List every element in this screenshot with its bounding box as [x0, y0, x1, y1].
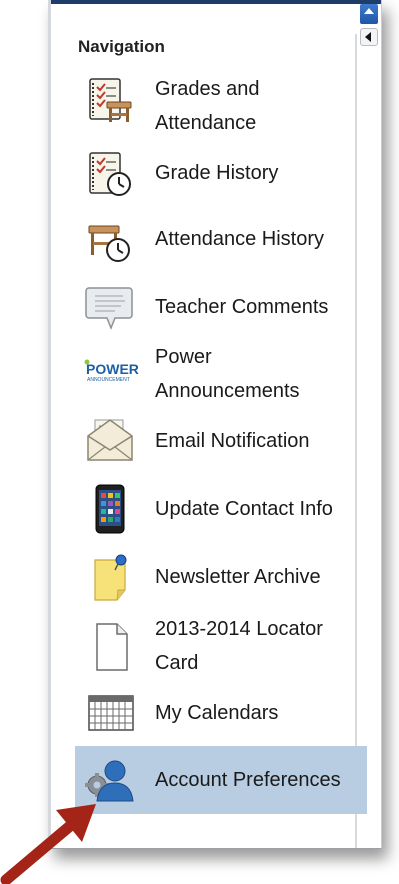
- nav-label-line1: Power: [155, 346, 212, 368]
- logo-subtext: ANNOUNCEMENT: [87, 377, 130, 383]
- desk-clock-icon: [85, 216, 135, 266]
- navigation-panel: Navigation Grades and Attendance Grade H…: [48, 0, 382, 849]
- nav-label: Newsletter Archive: [155, 566, 321, 588]
- sticky-note-pin-icon: [85, 552, 135, 602]
- nav-label-line1: 2013-2014 Locator: [155, 618, 323, 640]
- nav-label-line2: Card: [155, 652, 199, 674]
- nav-label: Account Preferences: [155, 769, 341, 791]
- nav-item-update-contact-info[interactable]: Update Contact Info: [75, 484, 367, 536]
- nav-item-locator-card[interactable]: 2013-2014 Locator Card: [75, 612, 367, 680]
- nav-item-grade-history[interactable]: Grade History: [75, 150, 367, 198]
- nav-label: Grade History: [155, 162, 279, 184]
- calendar-grid-icon: [85, 692, 135, 742]
- logo-text: POWER: [86, 361, 139, 377]
- blank-document-icon: [85, 622, 135, 672]
- gradebook-desk-icon: [85, 76, 135, 126]
- speech-note-icon: [85, 282, 135, 332]
- nav-label: Email Notification: [155, 430, 310, 452]
- nav-label: Teacher Comments: [155, 296, 329, 318]
- panel-top-bar: [51, 0, 381, 4]
- nav-item-email-notification[interactable]: Email Notification: [75, 416, 367, 466]
- nav-item-power-announcements[interactable]: POWER ANNOUNCEMENT Power Announcements: [75, 340, 367, 408]
- navigation-heading: Navigation: [78, 37, 165, 56]
- nav-item-grades-and-attendance[interactable]: Grades and Attendance: [75, 72, 367, 138]
- nav-item-newsletter-archive[interactable]: Newsletter Archive: [75, 552, 367, 604]
- triangle-up-icon: [364, 8, 374, 14]
- envelope-icon: [85, 416, 135, 466]
- nav-label: Update Contact Info: [155, 498, 333, 520]
- triangle-left-icon: [365, 32, 371, 42]
- pointer-arrow-icon: [0, 804, 96, 884]
- nav-item-attendance-history[interactable]: Attendance History: [75, 216, 367, 264]
- power-announcement-logo-icon: POWER ANNOUNCEMENT: [81, 350, 143, 400]
- nav-label-line1: Grades and: [155, 78, 260, 100]
- nav-label-line2: Announcements: [155, 380, 300, 402]
- nav-label-line2: Attendance: [155, 112, 257, 134]
- gradebook-clock-icon: [85, 150, 135, 200]
- nav-item-my-calendars[interactable]: My Calendars: [75, 690, 367, 736]
- nav-item-teacher-comments[interactable]: Teacher Comments: [75, 282, 367, 332]
- nav-label: My Calendars: [155, 702, 279, 724]
- scroll-left-button[interactable]: [360, 28, 378, 46]
- scroll-up-button[interactable]: [360, 4, 378, 24]
- nav-label: Attendance History: [155, 228, 324, 250]
- nav-item-account-preferences[interactable]: Account Preferences: [75, 746, 367, 814]
- smartphone-icon: [85, 484, 135, 534]
